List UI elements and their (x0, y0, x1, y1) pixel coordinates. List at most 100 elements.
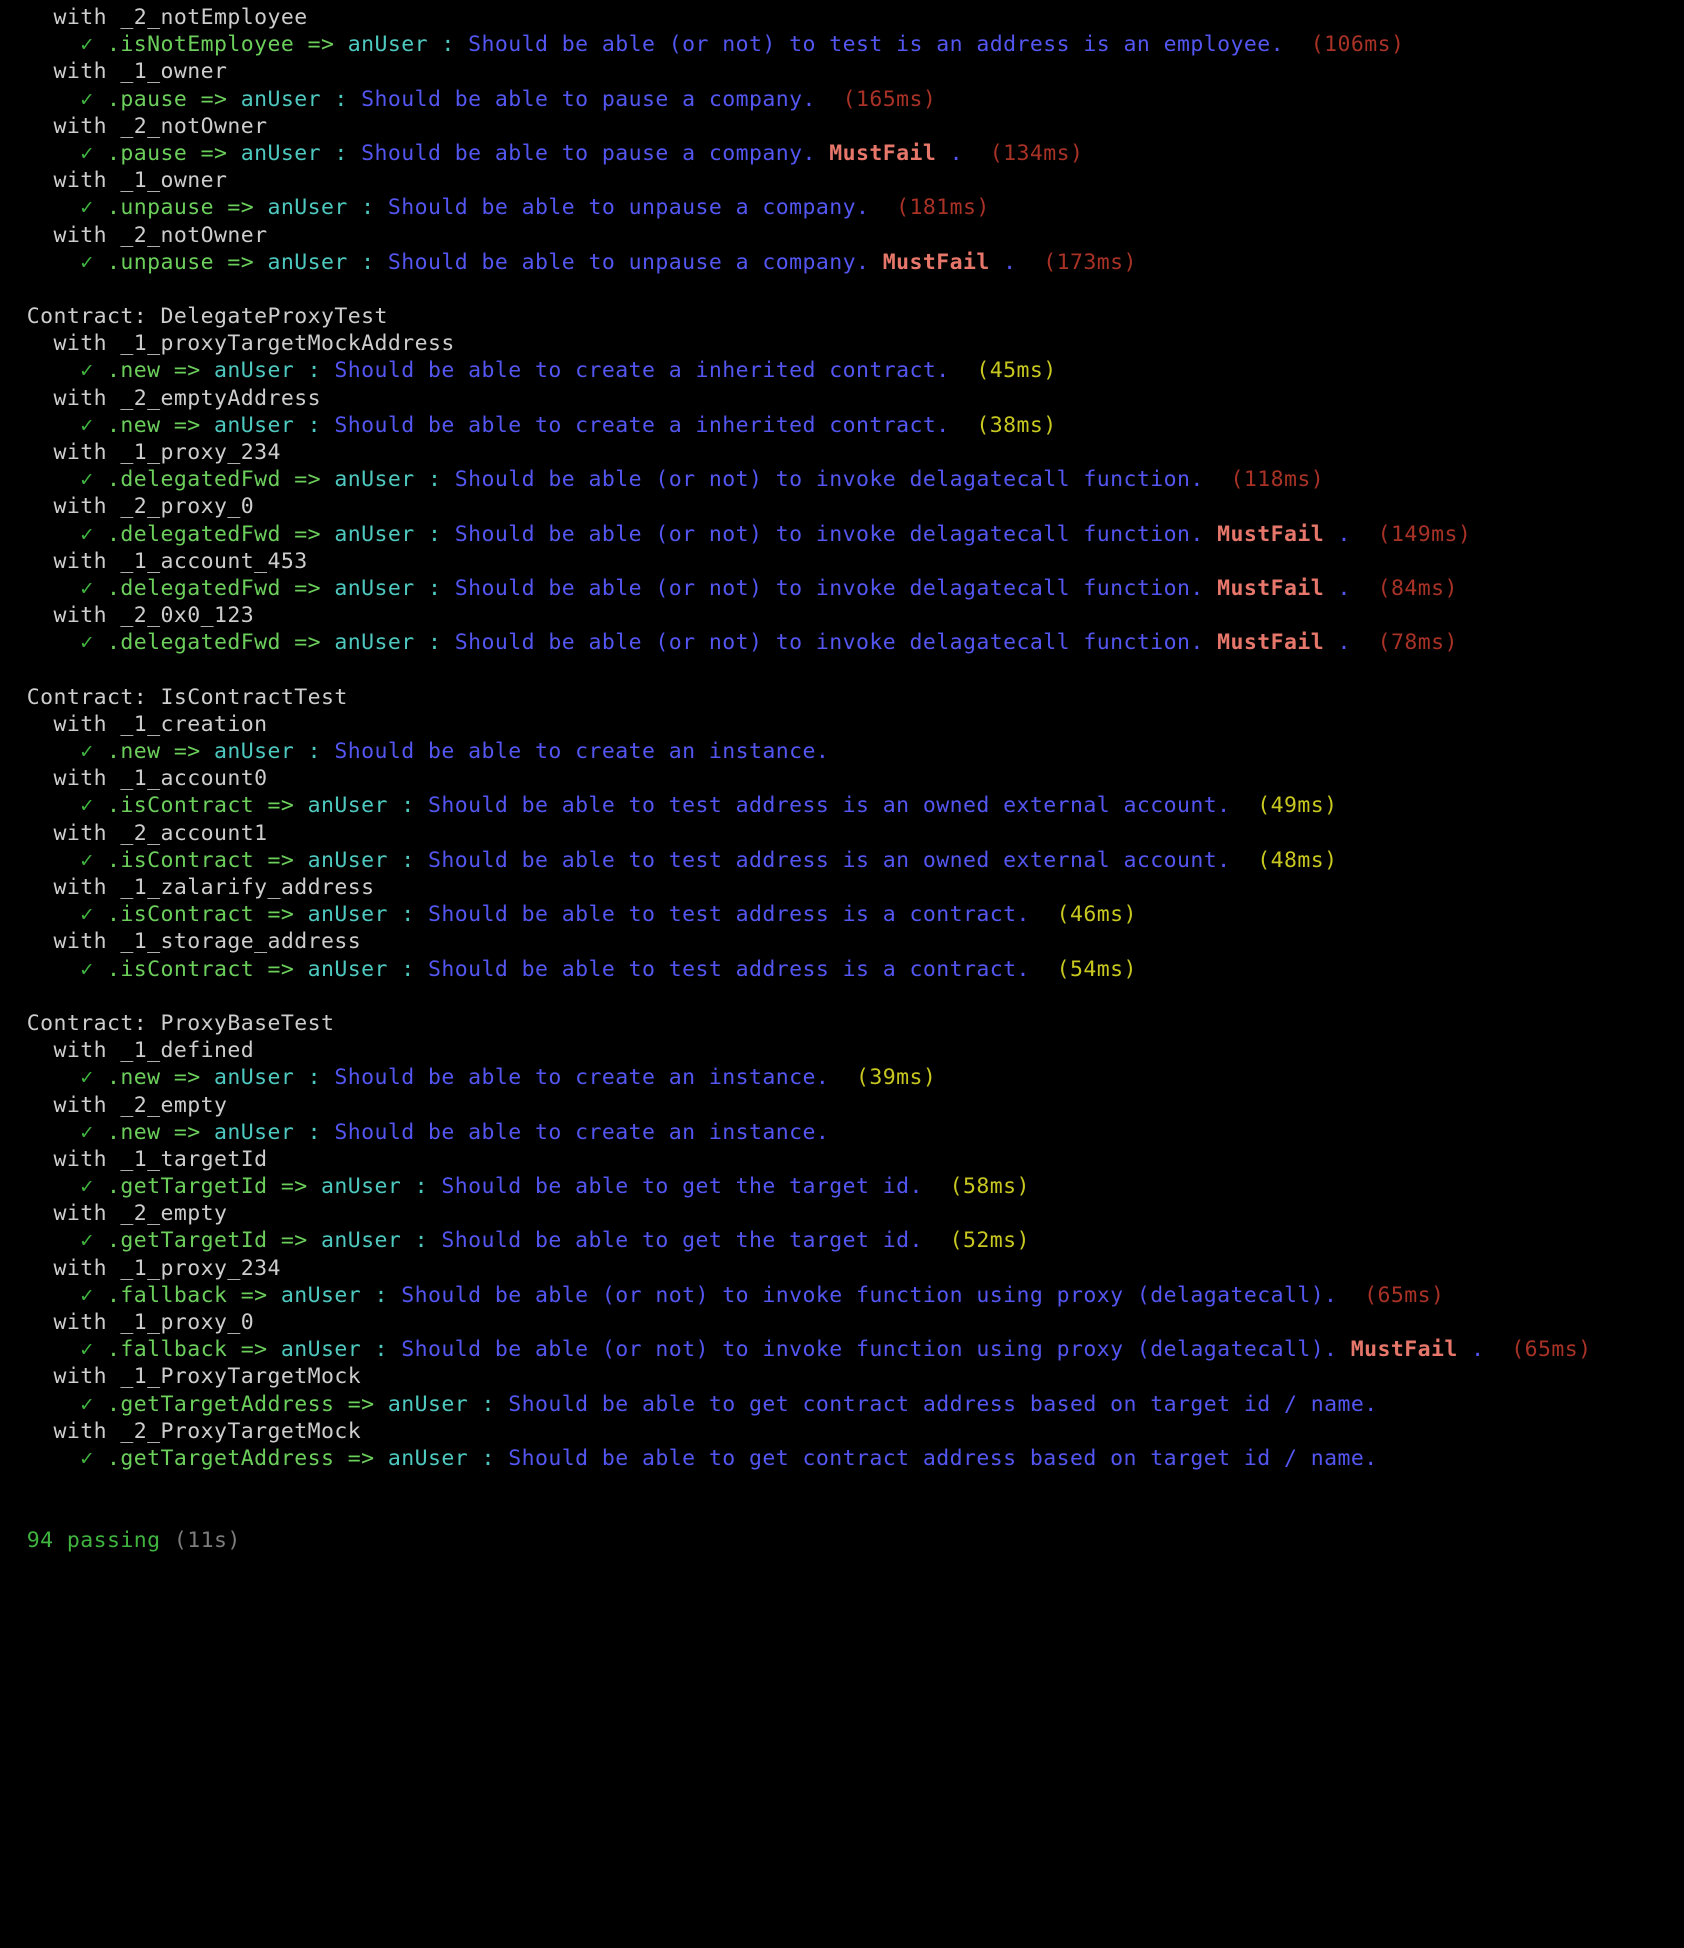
arrow-icon: => (214, 195, 268, 221)
test-context: with _2_empty (0, 1092, 1684, 1119)
test-method-name: .pause (107, 86, 188, 112)
test-result-row: ✓ .new => anUser : Should be able to cre… (0, 357, 1684, 384)
test-description: Should be able to test address is an own… (428, 793, 1231, 819)
arrow-icon: => (280, 467, 335, 493)
test-context: with _2_0x0_123 (0, 602, 1684, 629)
test-context: with _1_targetId (0, 1146, 1684, 1173)
separator-colon: : (414, 630, 455, 656)
test-actor: anUser (347, 32, 428, 58)
context-label: with _1_proxy_0 (0, 1310, 255, 1335)
test-context: with _2_notEmployee (0, 4, 1684, 31)
context-label: with _1_zalarify_address (0, 875, 375, 900)
separator-colon: : (414, 575, 455, 601)
test-context: with _1_account0 (0, 765, 1684, 792)
test-context: with _2_ProxyTargetMock (0, 1418, 1684, 1445)
test-method-name: .new (107, 739, 161, 765)
separator-colon: : (361, 1282, 402, 1308)
context-label: with _1_proxy_234 (0, 440, 281, 465)
separator-colon: : (294, 412, 335, 438)
test-context: with _1_proxy_234 (0, 1255, 1684, 1282)
checkmark-icon: ✓ (0, 195, 107, 221)
test-duration: (52ms) (922, 1228, 1030, 1254)
test-method-name: .delegatedFwd (107, 630, 281, 656)
context-label: with _1_owner (0, 168, 228, 194)
trailing-period: . (1457, 1337, 1485, 1363)
test-result-row: ✓ .new => anUser : Should be able to cre… (0, 1064, 1684, 1091)
test-method-name: .getTargetId (107, 1174, 268, 1200)
test-result-row: ✓ .isContract => anUser : Should be able… (0, 792, 1684, 819)
test-description: Should be able to create an instance. (334, 739, 830, 765)
test-duration: (65ms) (1484, 1337, 1592, 1363)
test-method-name: .unpause (107, 249, 214, 275)
test-duration: (39ms) (829, 1065, 937, 1091)
checkmark-icon: ✓ (0, 902, 107, 928)
test-actor: anUser (240, 140, 321, 166)
test-result-row: ✓ .pause => anUser : Should be able to p… (0, 86, 1684, 113)
context-label: with _2_empty (0, 1092, 228, 1118)
arrow-icon: => (254, 847, 308, 873)
test-actor: anUser (280, 1282, 362, 1308)
test-context: with _1_account_453 (0, 548, 1684, 575)
checkmark-icon: ✓ (0, 521, 107, 547)
arrow-icon: => (334, 1445, 388, 1471)
context-label: with _2_account1 (0, 820, 268, 846)
test-duration: (65ms) (1337, 1282, 1445, 1308)
test-actor: anUser (214, 358, 295, 384)
checkmark-icon: ✓ (0, 1119, 107, 1145)
context-label: with _2_0x0_123 (0, 603, 255, 629)
test-result-row: ✓ .new => anUser : Should be able to cre… (0, 738, 1684, 765)
test-description: Should be able to test address is a cont… (428, 902, 1030, 928)
trailing-period: . (1324, 630, 1351, 656)
test-description: Should be able to create a inherited con… (334, 358, 950, 384)
suite-header: Contract: ProxyBaseTest (0, 1010, 1684, 1037)
context-label: with _2_emptyAddress (0, 385, 321, 411)
test-context: with _1_proxy_234 (0, 439, 1684, 466)
arrow-icon: => (160, 1119, 214, 1145)
test-duration: (134ms) (962, 140, 1084, 166)
test-duration: (48ms) (1230, 847, 1338, 873)
test-actor: anUser (387, 1391, 469, 1417)
checkmark-icon: ✓ (0, 1174, 107, 1200)
test-method-name: .delegatedFwd (107, 521, 281, 547)
test-actor: anUser (307, 793, 388, 819)
test-description: Should be able to unpause a company. (387, 249, 870, 275)
separator-colon: : (294, 358, 335, 384)
test-actor: anUser (334, 521, 415, 547)
suite-header: Contract: IsContractTest (0, 684, 1684, 711)
test-actor: anUser (321, 1174, 402, 1200)
arrow-icon: => (214, 249, 268, 275)
separator-colon: : (468, 1445, 509, 1471)
test-result-row: ✓ .getTargetId => anUser : Should be abl… (0, 1227, 1684, 1254)
context-label: with _1_account0 (0, 766, 268, 792)
separator-colon: : (294, 1065, 335, 1091)
checkmark-icon: ✓ (0, 1445, 107, 1471)
context-label: with _1_creation (0, 711, 268, 737)
context-label: with _1_owner (0, 59, 228, 85)
test-context: with _2_emptyAddress (0, 385, 1684, 412)
test-context: with _1_proxyTargetMockAddress (0, 330, 1684, 357)
context-label: with _1_account_453 (0, 548, 308, 574)
separator-colon: : (321, 86, 362, 112)
test-method-name: .new (107, 358, 161, 384)
passing-count: 94 passing (0, 1527, 161, 1553)
mustfail-badge: MustFail (1203, 630, 1325, 656)
test-result-row: ✓ .pause => anUser : Should be able to p… (0, 140, 1684, 167)
test-result-row: ✓ .unpause => anUser : Should be able to… (0, 194, 1684, 221)
checkmark-icon: ✓ (0, 1391, 107, 1417)
test-description: Should be able to get contract address b… (508, 1391, 1378, 1417)
test-method-name: .pause (107, 140, 188, 166)
test-description: Should be able (or not) to invoke functi… (401, 1337, 1338, 1363)
test-actor: anUser (307, 956, 388, 982)
test-context: with _1_owner (0, 58, 1684, 85)
separator-colon: : (428, 32, 469, 58)
test-context: with _1_proxy_0 (0, 1309, 1684, 1336)
test-duration: (45ms) (949, 358, 1057, 384)
test-result-row: ✓ .isContract => anUser : Should be able… (0, 901, 1684, 928)
arrow-icon: => (160, 1065, 214, 1091)
test-method-name: .new (107, 1119, 161, 1145)
test-description: Should be able to pause a company. (361, 140, 816, 166)
test-actor: anUser (267, 249, 348, 275)
context-label: with _1_storage_address (0, 929, 362, 955)
checkmark-icon: ✓ (0, 1337, 107, 1363)
test-duration: (49ms) (1230, 793, 1338, 819)
